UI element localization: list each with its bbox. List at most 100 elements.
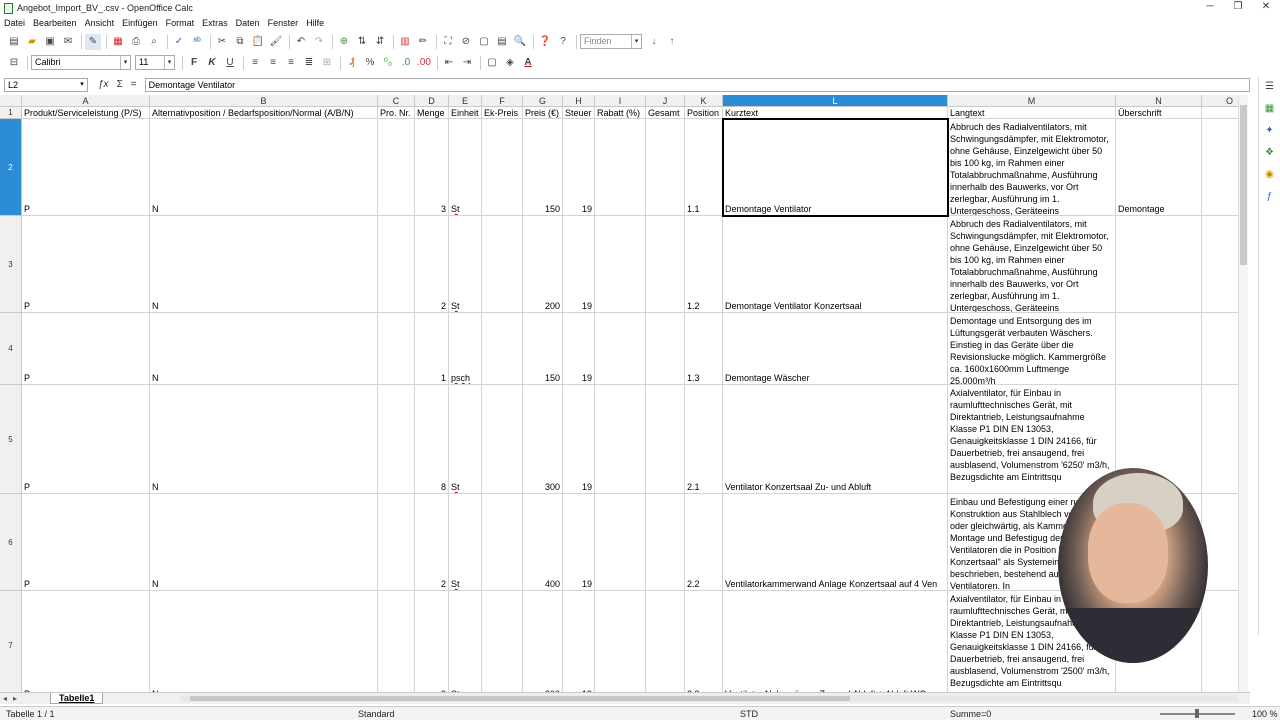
cell-header-h[interactable]: Steuer — [563, 107, 595, 119]
menu-hilfe[interactable]: Hilfe — [306, 18, 324, 28]
minimize-icon[interactable]: ─ — [1196, 0, 1224, 16]
justify-icon[interactable]: ≣ — [301, 55, 317, 71]
row-header-4[interactable]: 4 — [0, 313, 22, 385]
styles-formatting-icon[interactable]: ⊟ — [6, 55, 22, 71]
cell-h4[interactable]: 19 — [563, 313, 595, 385]
cell-h6[interactable]: 19 — [563, 494, 595, 591]
cell-d3[interactable]: 2 — [415, 216, 449, 313]
hyperlink-icon[interactable]: ⊕ — [336, 34, 352, 50]
cell-a6[interactable]: P — [22, 494, 150, 591]
menu-fenster[interactable]: Fenster — [268, 18, 299, 28]
cell-f5[interactable] — [482, 385, 523, 494]
zoom-level[interactable]: 100 % — [1252, 709, 1278, 719]
cell-b3[interactable]: N — [150, 216, 378, 313]
cell-g5[interactable]: 300 — [523, 385, 563, 494]
cell-h2[interactable]: 19 — [563, 119, 595, 216]
functions-icon[interactable]: ƒ — [1263, 191, 1277, 205]
navigator-icon[interactable]: ◉ — [1263, 169, 1277, 183]
cell-o4[interactable] — [1202, 313, 1238, 385]
datasources-icon[interactable]: ▤ — [494, 34, 510, 50]
column-header-d[interactable]: D — [415, 95, 449, 107]
cell-o5[interactable] — [1202, 385, 1238, 494]
cell-g6[interactable]: 400 — [523, 494, 563, 591]
menu-format[interactable]: Format — [166, 18, 195, 28]
cell-h5[interactable]: 19 — [563, 385, 595, 494]
spellcheck-icon[interactable]: ✓ — [171, 34, 187, 50]
selection-mode[interactable]: STD — [740, 709, 758, 719]
cell-a2[interactable]: P — [22, 119, 150, 216]
chevron-down-icon[interactable]: ▾ — [120, 56, 130, 69]
cell-header-e[interactable]: Einheit — [449, 107, 482, 119]
cell-c6[interactable] — [378, 494, 415, 591]
formula-input[interactable]: Demontage Ventilator — [144, 77, 1250, 92]
find-next-icon[interactable]: ↓ — [646, 34, 662, 50]
cell-c7[interactable] — [378, 591, 415, 692]
increase-indent-icon[interactable]: ⇥ — [459, 55, 475, 71]
cell-g3[interactable]: 200 — [523, 216, 563, 313]
row-header-7[interactable]: 7 — [0, 591, 22, 692]
cell-i3[interactable] — [595, 216, 646, 313]
cell-n2[interactable]: Demontage — [1116, 119, 1202, 216]
cell-h7[interactable]: 19 — [563, 591, 595, 692]
sort-ascending-icon[interactable]: ⇅ — [354, 34, 370, 50]
cell-i7[interactable] — [595, 591, 646, 692]
cell-header-i[interactable]: Rabatt (%) — [595, 107, 646, 119]
zoom-slider-knob[interactable] — [1195, 709, 1199, 718]
cell-i6[interactable] — [595, 494, 646, 591]
cell-g7[interactable]: 300 — [523, 591, 563, 692]
navigator-icon[interactable]: ⊘ — [458, 34, 474, 50]
cell-l3[interactable]: Demontage Ventilator Konzertsaal — [723, 216, 948, 313]
font-color-icon[interactable]: A — [520, 55, 536, 71]
row-header-5[interactable]: 5 — [0, 385, 22, 494]
cell-j2[interactable] — [646, 119, 685, 216]
maximize-icon[interactable]: ❐ — [1224, 0, 1252, 16]
find-previous-icon[interactable]: ↑ — [664, 34, 680, 50]
cell-header-g[interactable]: Preis (€) — [523, 107, 563, 119]
column-header-h[interactable]: H — [563, 95, 595, 107]
column-header-m[interactable]: M — [948, 95, 1116, 107]
align-center-icon[interactable]: ≡ — [265, 55, 281, 71]
cell-i2[interactable] — [595, 119, 646, 216]
menu-icon[interactable]: ☰ — [1263, 81, 1277, 95]
cell-h3[interactable]: 19 — [563, 216, 595, 313]
cell-e4[interactable]: psch — [449, 313, 482, 385]
cell-k4[interactable]: 1.3 — [685, 313, 723, 385]
cell-m4[interactable]: Demontage und Entsorgung des im Lüftungs… — [948, 313, 1116, 385]
cell-c2[interactable] — [378, 119, 415, 216]
select-all-corner[interactable] — [0, 95, 22, 107]
cell-k7[interactable]: 2.3 — [685, 591, 723, 692]
cell-n4[interactable] — [1116, 313, 1202, 385]
underline-icon[interactable]: U — [222, 55, 238, 71]
row-header-2[interactable]: 2 — [0, 119, 22, 216]
delete-decimal-icon[interactable]: .00 — [416, 55, 432, 71]
name-box[interactable]: L2 ▾ — [4, 77, 88, 92]
page-style[interactable]: Standard — [358, 709, 395, 719]
cell-a7[interactable]: P — [22, 591, 150, 692]
cell-header-l[interactable]: Kurztext — [723, 107, 948, 119]
row-header-6[interactable]: 6 — [0, 494, 22, 591]
cell-j5[interactable] — [646, 385, 685, 494]
menu-ansicht[interactable]: Ansicht — [85, 18, 115, 28]
font-size-select[interactable]: 11 ▾ — [135, 55, 175, 70]
decrease-indent-icon[interactable]: ⇤ — [441, 55, 457, 71]
column-header-n[interactable]: N — [1116, 95, 1202, 107]
scrollbar-thumb[interactable] — [190, 696, 850, 701]
cell-b6[interactable]: N — [150, 494, 378, 591]
italic-icon[interactable]: K — [204, 55, 220, 71]
edit-mode-icon[interactable]: ✎ — [85, 33, 101, 50]
gallery-icon[interactable]: ▢ — [476, 34, 492, 50]
cell-c3[interactable] — [378, 216, 415, 313]
column-header-o[interactable]: O — [1202, 95, 1238, 107]
cell-f6[interactable] — [482, 494, 523, 591]
row-header-1[interactable]: 1 — [0, 107, 22, 119]
column-header-c[interactable]: C — [378, 95, 415, 107]
cell-j7[interactable] — [646, 591, 685, 692]
align-left-icon[interactable]: ≡ — [247, 55, 263, 71]
copy-icon[interactable]: ⧉ — [232, 34, 248, 50]
help-icon[interactable]: ❓ — [537, 34, 553, 50]
borders-icon[interactable]: ▢ — [484, 55, 500, 71]
cell-k6[interactable]: 2.2 — [685, 494, 723, 591]
cell-k5[interactable]: 2.1 — [685, 385, 723, 494]
scrollbar-thumb[interactable] — [1240, 105, 1247, 265]
function-wizard-icon[interactable]: ƒx — [98, 79, 109, 90]
